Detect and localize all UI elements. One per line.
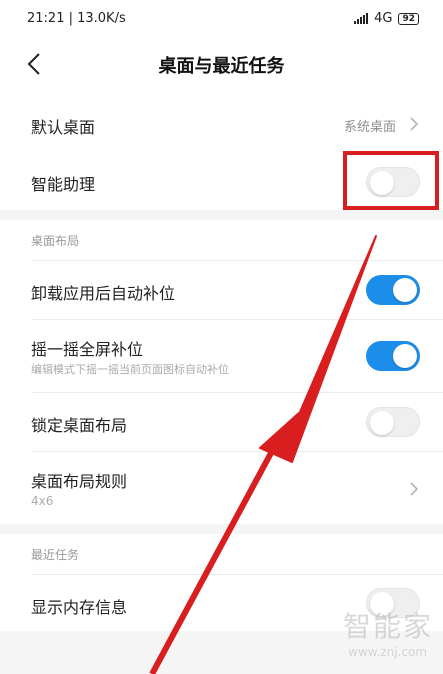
watermark-url: www.znj.com	[348, 645, 427, 659]
shake-fill-toggle[interactable]	[366, 341, 420, 371]
annotation-highlight-box	[343, 151, 439, 210]
lock-layout-toggle[interactable]	[366, 407, 420, 437]
desktop-layout-section-title: 桌面布局	[31, 234, 80, 248]
shake-fill-label: 摇一摇全屏补位	[31, 340, 144, 359]
auto-fill-label: 卸载应用后自动补位	[31, 284, 176, 303]
chevron-right-icon	[410, 482, 419, 496]
watermark-text: 智能家	[342, 610, 433, 643]
shake-fill-row: 摇一摇全屏补位 编辑模式下摇一摇当前页面图标自动补位	[0, 320, 443, 392]
layout-rule-label: 桌面布局规则	[31, 472, 128, 491]
watermark: 智能家 www.znj.com	[321, 605, 433, 665]
layout-rule-row[interactable]: 桌面布局规则 4x6	[0, 452, 443, 524]
toggle-knob	[370, 411, 394, 435]
section-gap	[0, 524, 443, 534]
signal-icon	[354, 13, 369, 24]
battery-icon: 92	[398, 12, 419, 25]
default-desktop-label: 默认桌面	[31, 118, 96, 137]
toggle-knob	[393, 278, 417, 302]
chevron-right-icon	[410, 117, 419, 131]
status-time-speed: 21:21 | 13.0K/s	[27, 11, 126, 26]
status-icons: 4G 92	[354, 11, 419, 26]
auto-fill-toggle[interactable]	[366, 275, 420, 305]
layout-rule-sublabel: 4x6	[31, 494, 54, 508]
lock-layout-row: 锁定桌面布局	[0, 393, 443, 451]
shake-fill-sublabel: 编辑模式下摇一摇当前页面图标自动补位	[31, 363, 229, 376]
lock-layout-label: 锁定桌面布局	[31, 416, 128, 435]
auto-fill-row: 卸载应用后自动补位	[0, 261, 443, 319]
title-bar: 桌面与最近任务	[0, 36, 443, 92]
status-bar: 21:21 | 13.0K/s 4G 92	[0, 0, 443, 36]
page-title: 桌面与最近任务	[158, 56, 285, 77]
recent-tasks-section-title: 最近任务	[31, 548, 80, 562]
default-desktop-row[interactable]: 默认桌面 系统桌面	[0, 96, 443, 152]
show-memory-label: 显示内存信息	[31, 598, 128, 617]
section-gap	[0, 210, 443, 220]
toggle-knob	[393, 344, 417, 368]
default-desktop-value: 系统桌面	[343, 120, 396, 135]
network-type: 4G	[374, 11, 393, 26]
smart-assistant-label: 智能助理	[31, 175, 96, 194]
